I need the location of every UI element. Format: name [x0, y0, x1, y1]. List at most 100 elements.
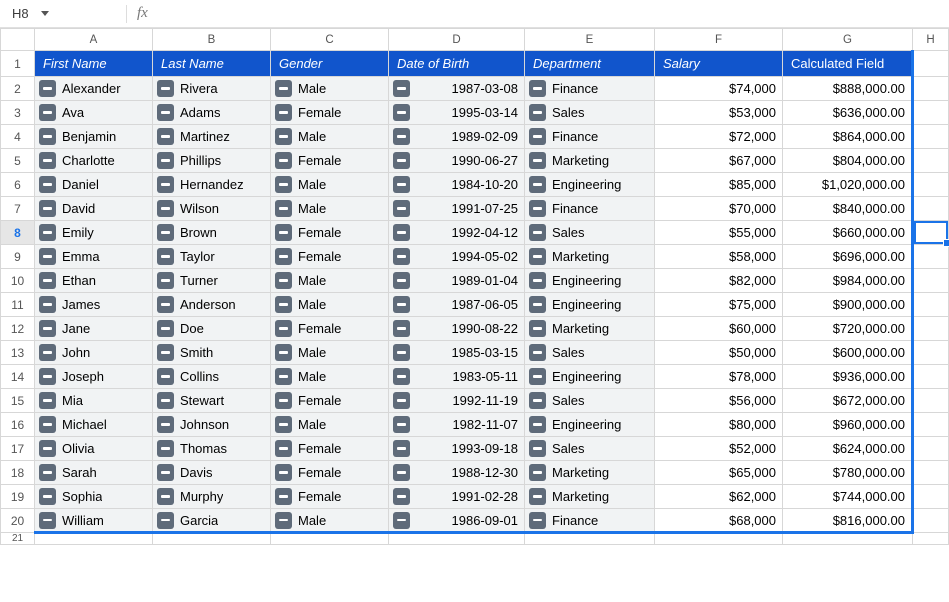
grouping-minus-icon[interactable] [393, 200, 410, 217]
cell-gender[interactable]: Male [271, 77, 389, 101]
grouping-minus-icon[interactable] [529, 104, 546, 121]
header-gender[interactable]: Gender [271, 51, 389, 77]
cell-department[interactable]: Engineering [525, 269, 655, 293]
cell-first-name[interactable]: Sarah [35, 461, 153, 485]
grouping-minus-icon[interactable] [39, 176, 56, 193]
cell-last-name[interactable]: Taylor [153, 245, 271, 269]
row-header[interactable]: 6 [1, 173, 35, 197]
cell-dob[interactable]: 1991-07-25 [389, 197, 525, 221]
cell-dob[interactable]: 1986-09-01 [389, 509, 525, 533]
row-header[interactable]: 3 [1, 101, 35, 125]
select-all-corner[interactable] [1, 29, 35, 51]
cell-calc[interactable]: $744,000.00 [783, 485, 913, 509]
grouping-minus-icon[interactable] [39, 416, 56, 433]
grouping-minus-icon[interactable] [393, 296, 410, 313]
cell-calc[interactable]: $864,000.00 [783, 125, 913, 149]
grouping-minus-icon[interactable] [393, 368, 410, 385]
cell-department[interactable]: Engineering [525, 413, 655, 437]
grouping-minus-icon[interactable] [275, 200, 292, 217]
row-header[interactable]: 8 [1, 221, 35, 245]
cell-salary[interactable]: $72,000 [655, 125, 783, 149]
cell-dob[interactable]: 1992-11-19 [389, 389, 525, 413]
cell-last-name[interactable]: Smith [153, 341, 271, 365]
grouping-minus-icon[interactable] [529, 368, 546, 385]
cell[interactable] [525, 533, 655, 545]
cell-department[interactable]: Finance [525, 77, 655, 101]
grouping-minus-icon[interactable] [393, 440, 410, 457]
cell-calc[interactable]: $960,000.00 [783, 413, 913, 437]
grouping-minus-icon[interactable] [393, 488, 410, 505]
cell-salary[interactable]: $68,000 [655, 509, 783, 533]
row-header[interactable]: 4 [1, 125, 35, 149]
cell-salary[interactable]: $65,000 [655, 461, 783, 485]
cell-salary[interactable]: $58,000 [655, 245, 783, 269]
grouping-minus-icon[interactable] [275, 488, 292, 505]
cell[interactable] [655, 533, 783, 545]
grouping-minus-icon[interactable] [157, 248, 174, 265]
grouping-minus-icon[interactable] [39, 440, 56, 457]
cell-first-name[interactable]: Jane [35, 317, 153, 341]
cell-calc[interactable]: $1,020,000.00 [783, 173, 913, 197]
row-header[interactable]: 19 [1, 485, 35, 509]
grouping-minus-icon[interactable] [275, 224, 292, 241]
cell-first-name[interactable]: James [35, 293, 153, 317]
cell-last-name[interactable]: Turner [153, 269, 271, 293]
grouping-minus-icon[interactable] [529, 80, 546, 97]
col-header-A[interactable]: A [35, 29, 153, 51]
cell-gender[interactable]: Female [271, 101, 389, 125]
cell-dob[interactable]: 1993-09-18 [389, 437, 525, 461]
grouping-minus-icon[interactable] [39, 224, 56, 241]
grouping-minus-icon[interactable] [157, 200, 174, 217]
grouping-minus-icon[interactable] [39, 128, 56, 145]
row-header[interactable]: 10 [1, 269, 35, 293]
grouping-minus-icon[interactable] [393, 176, 410, 193]
cell-last-name[interactable]: Garcia [153, 509, 271, 533]
spreadsheet-grid[interactable]: A B C D E F G H 1First NameLast NameGend… [0, 28, 949, 545]
cell[interactable] [913, 51, 949, 77]
cell-gender[interactable]: Female [271, 149, 389, 173]
cell[interactable] [271, 533, 389, 545]
cell-department[interactable]: Finance [525, 197, 655, 221]
cell-last-name[interactable]: Collins [153, 365, 271, 389]
grouping-minus-icon[interactable] [157, 368, 174, 385]
cell-gender[interactable]: Male [271, 125, 389, 149]
cell-first-name[interactable]: Charlotte [35, 149, 153, 173]
cell-gender[interactable]: Female [271, 437, 389, 461]
grouping-minus-icon[interactable] [39, 320, 56, 337]
name-box[interactable]: H8 [6, 4, 116, 23]
cell-department[interactable]: Finance [525, 125, 655, 149]
cell[interactable] [913, 245, 949, 269]
cell-department[interactable]: Sales [525, 389, 655, 413]
grouping-minus-icon[interactable] [275, 152, 292, 169]
cell-dob[interactable]: 1984-10-20 [389, 173, 525, 197]
grouping-minus-icon[interactable] [157, 128, 174, 145]
cell-department[interactable]: Sales [525, 101, 655, 125]
cell[interactable] [913, 125, 949, 149]
grouping-minus-icon[interactable] [39, 248, 56, 265]
row-header[interactable]: 17 [1, 437, 35, 461]
grouping-minus-icon[interactable] [39, 488, 56, 505]
row-header[interactable]: 12 [1, 317, 35, 341]
grouping-minus-icon[interactable] [39, 80, 56, 97]
cell-gender[interactable]: Male [271, 197, 389, 221]
cell-dob[interactable]: 1994-05-02 [389, 245, 525, 269]
cell-gender[interactable]: Male [271, 293, 389, 317]
grouping-minus-icon[interactable] [393, 80, 410, 97]
grouping-minus-icon[interactable] [393, 272, 410, 289]
cell-dob[interactable]: 1987-06-05 [389, 293, 525, 317]
cell[interactable] [389, 533, 525, 545]
row-header[interactable]: 13 [1, 341, 35, 365]
cell-dob[interactable]: 1982-11-07 [389, 413, 525, 437]
cell-calc[interactable]: $636,000.00 [783, 101, 913, 125]
cell-salary[interactable]: $62,000 [655, 485, 783, 509]
row-header[interactable]: 14 [1, 365, 35, 389]
cell-last-name[interactable]: Stewart [153, 389, 271, 413]
grouping-minus-icon[interactable] [275, 80, 292, 97]
cell-dob[interactable]: 1990-08-22 [389, 317, 525, 341]
cell-last-name[interactable]: Davis [153, 461, 271, 485]
cell-first-name[interactable]: Mia [35, 389, 153, 413]
cell[interactable] [913, 461, 949, 485]
grouping-minus-icon[interactable] [275, 512, 292, 529]
grouping-minus-icon[interactable] [157, 488, 174, 505]
grouping-minus-icon[interactable] [529, 248, 546, 265]
